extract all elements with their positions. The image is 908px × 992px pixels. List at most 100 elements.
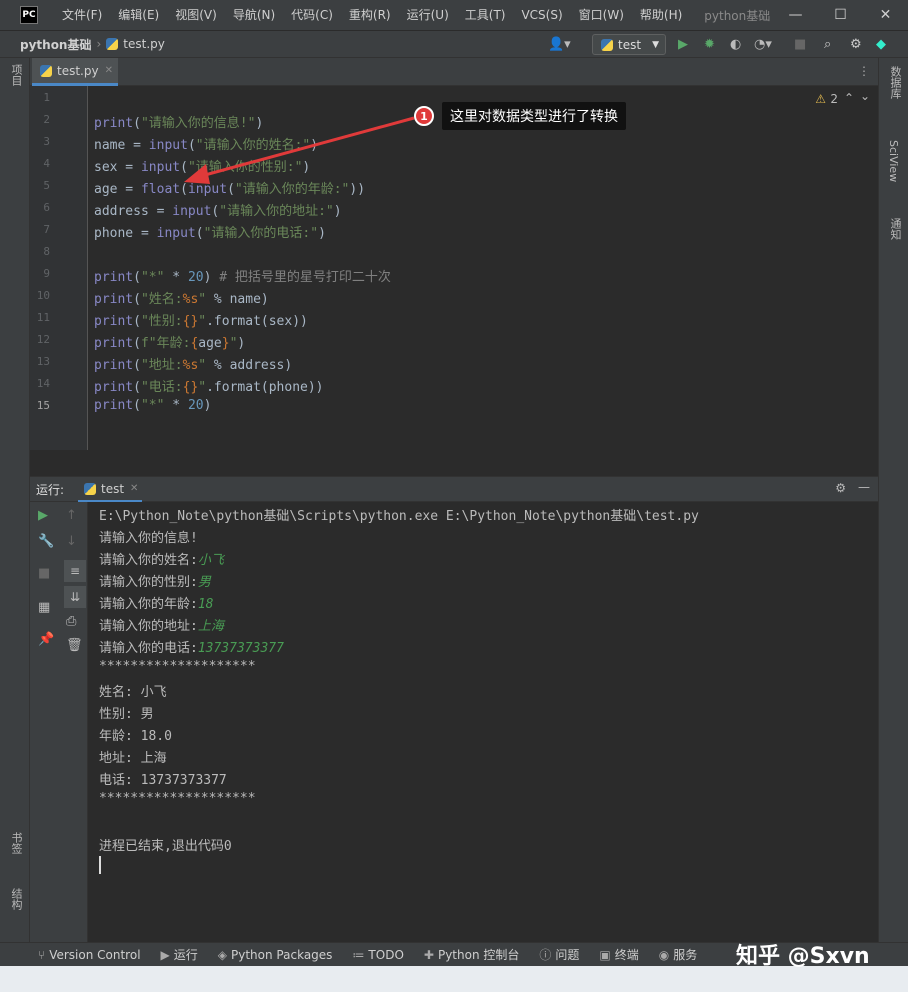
menu-file[interactable]: 文件(F): [54, 0, 110, 30]
menu-view[interactable]: 视图(V): [167, 0, 225, 30]
sciview-tool-tab[interactable]: SciView: [887, 140, 900, 182]
gear-icon[interactable]: ⚙: [850, 37, 862, 52]
bookmarks-tool-tab[interactable]: 书签: [8, 832, 24, 854]
console-line: 请输入你的信息!: [99, 531, 198, 546]
debug-icon[interactable]: ✹: [704, 37, 715, 52]
line-number: 9: [43, 267, 50, 280]
terminal-tab[interactable]: 终端: [615, 946, 639, 963]
line-number-gutter: 1 2 3 4 5 6 7 8 9 10 11 12 13 14 15: [30, 86, 88, 450]
run-tab-test[interactable]: test ✕: [78, 477, 142, 503]
python-console-tab[interactable]: Python 控制台: [438, 946, 519, 963]
list-icon: ≔: [352, 947, 365, 962]
arrow-up-icon[interactable]: ↑: [66, 508, 77, 523]
console-line: 年龄: 18.0: [99, 729, 172, 744]
chevron-up-icon[interactable]: ⌃: [844, 91, 854, 105]
run-icon[interactable]: ▶: [678, 37, 688, 52]
more-tabs-icon[interactable]: ⋮: [858, 64, 870, 78]
line-number: 11: [36, 311, 50, 324]
window-title: python基础: [704, 8, 771, 23]
gear-icon[interactable]: ⚙: [835, 481, 846, 495]
services-tab[interactable]: 服务: [673, 946, 697, 963]
breadcrumb-file[interactable]: test.py: [123, 37, 165, 51]
pin-icon[interactable]: 📌: [38, 632, 54, 647]
user-input: 上海: [197, 619, 224, 634]
minimize-button[interactable]: —: [773, 0, 818, 30]
menu-code[interactable]: 代码(C): [283, 0, 341, 30]
code-editor[interactable]: 1 2 3 4 5 6 7 8 9 10 11 12 13 14 15 prin…: [30, 86, 878, 450]
python-icon: [601, 38, 613, 51]
run-panel-header: 运行: test ✕ ⚙ —: [30, 476, 878, 503]
print-icon[interactable]: ⎙: [66, 614, 76, 629]
run-toolbar: ▶ ↑ 🔧 ↓ ■ ≡ ⇊ ▦ ⎙ 📌 🗑: [30, 502, 88, 942]
console-line: 性别: 男: [99, 707, 154, 722]
stop-icon[interactable]: ■: [794, 37, 806, 52]
wrench-icon[interactable]: 🔧: [38, 534, 54, 549]
soft-wrap-icon[interactable]: ≡: [64, 560, 86, 582]
menu-help[interactable]: 帮助(H): [632, 0, 690, 30]
console-line: 请输入你的姓名:小飞: [99, 549, 224, 568]
tab-test-py[interactable]: test.py ✕: [32, 58, 118, 86]
layout-icon[interactable]: ▦: [38, 600, 50, 615]
code-line: print("性别:{}".format(sex)): [94, 314, 308, 329]
problems-tab[interactable]: 问题: [555, 946, 579, 963]
warning-icon[interactable]: ⚠: [815, 92, 826, 106]
user-input: 13737373377: [197, 641, 284, 656]
line-number: 7: [43, 223, 50, 236]
python-packages-tab[interactable]: Python Packages: [231, 948, 332, 962]
prompt-text: 请输入你的电话:: [99, 641, 198, 656]
title-bar: PC 文件(F) 编辑(E) 视图(V) 导航(N) 代码(C) 重构(R) 运…: [0, 0, 908, 30]
todo-tab[interactable]: TODO: [368, 948, 403, 962]
project-tool-tab[interactable]: 项目: [8, 64, 24, 86]
profile-icon[interactable]: ◔▾: [754, 37, 772, 52]
navigation-bar: python基础 › test.py 👤▾ test ▼ ▶ ✹ ◐ ◔▾ ■ …: [0, 30, 908, 58]
version-control-tab[interactable]: Version Control: [49, 948, 140, 962]
services-icon: ◉: [658, 947, 670, 962]
menu-run[interactable]: 运行(U): [399, 0, 457, 30]
menu-refactor[interactable]: 重构(R): [341, 0, 399, 30]
chevron-down-icon[interactable]: ⌄: [860, 89, 870, 103]
menu-vcs[interactable]: VCS(S): [513, 0, 570, 30]
console-line: 请输入你的性别:男: [99, 571, 211, 590]
menu-navigate[interactable]: 导航(N): [225, 0, 283, 30]
annotation-badge: 1: [414, 106, 434, 126]
jetbrains-toolbox-icon[interactable]: ◆: [876, 37, 886, 52]
run-tool-tab[interactable]: 运行: [174, 946, 198, 963]
breadcrumb-project[interactable]: python基础: [20, 36, 91, 53]
trash-icon[interactable]: 🗑: [66, 638, 83, 653]
console-line: 电话: 13737373377: [99, 773, 227, 788]
maximize-button[interactable]: ☐: [818, 0, 863, 30]
coverage-icon[interactable]: ◐: [730, 37, 741, 52]
menu-edit[interactable]: 编辑(E): [110, 0, 167, 30]
minimize-panel-icon[interactable]: —: [858, 480, 870, 494]
menu-window[interactable]: 窗口(W): [571, 0, 632, 30]
line-number: 10: [36, 289, 50, 302]
run-console[interactable]: E:\Python_Note\python基础\Scripts\python.e…: [88, 502, 878, 942]
rerun-icon[interactable]: ▶: [38, 508, 48, 523]
menu-bar: 文件(F) 编辑(E) 视图(V) 导航(N) 代码(C) 重构(R) 运行(U…: [54, 0, 690, 30]
console-line: 姓名: 小飞: [99, 685, 167, 700]
console-line: 请输入你的年龄:18: [99, 593, 213, 612]
search-icon[interactable]: ⌕: [824, 37, 831, 52]
close-button[interactable]: ✕: [863, 0, 908, 30]
console-line: 请输入你的地址:上海: [99, 615, 224, 634]
menu-tools[interactable]: 工具(T): [457, 0, 514, 30]
run-config-select[interactable]: test ▼: [592, 34, 666, 55]
user-icon[interactable]: 👤▾: [548, 37, 571, 52]
close-icon[interactable]: ✕: [130, 483, 138, 494]
database-tool-tab[interactable]: 数据库: [887, 66, 903, 99]
terminal-icon: ▣: [599, 947, 611, 962]
python-file-icon: [40, 64, 52, 77]
scroll-to-end-icon[interactable]: ⇊: [64, 586, 86, 608]
text-cursor: [99, 856, 101, 874]
console-line: 地址: 上海: [99, 751, 167, 766]
left-tool-strip: 项目 书签 结构: [0, 58, 30, 942]
python-console-icon: ✚: [423, 947, 434, 962]
user-input: 18: [197, 597, 214, 612]
close-icon[interactable]: ✕: [105, 65, 113, 76]
arrow-down-icon[interactable]: ↓: [66, 534, 77, 549]
notifications-tool-tab[interactable]: 通知: [887, 218, 903, 240]
structure-tool-tab[interactable]: 结构: [8, 888, 24, 910]
code-line: print("*" * 20) # 把括号里的星号打印二十次: [94, 270, 391, 285]
stop-icon[interactable]: ■: [38, 566, 50, 581]
line-number: 5: [43, 179, 50, 192]
